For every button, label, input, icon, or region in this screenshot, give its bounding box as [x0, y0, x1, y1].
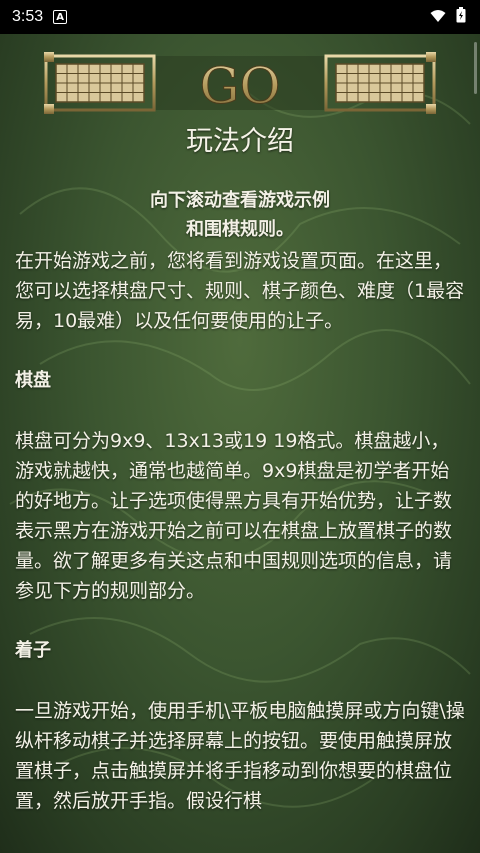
- wifi-icon: [430, 8, 446, 27]
- board-heading: 棋盘: [15, 370, 51, 391]
- instructions-content[interactable]: 在开始游戏之前，您将看到游戏设置页面。在这里，您可以选择棋盘尺寸、规则、棋子颜色…: [15, 246, 467, 816]
- right-grid-ornament: [324, 52, 436, 114]
- app-notification-icon: A: [53, 10, 68, 24]
- go-logo-text: GO: [200, 57, 281, 115]
- status-bar: 3:53 A: [0, 0, 480, 34]
- go-logo-banner: GO: [44, 50, 436, 116]
- subtitle-line-1: 向下滚动查看游戏示例: [150, 190, 330, 211]
- page-subtitle: 向下滚动查看游戏示例 和围棋规则。: [0, 186, 480, 244]
- status-time: 3:53: [12, 8, 44, 25]
- move-paragraph: 一旦游戏开始，使用手机\平板电脑触摸屏或方向键\操纵杆移动棋子并选择屏幕上的按钮…: [15, 700, 465, 812]
- move-heading: 着子: [15, 640, 51, 661]
- intro-paragraph: 在开始游戏之前，您将看到游戏设置页面。在这里，您可以选择棋盘尺寸、规则、棋子颜色…: [15, 250, 465, 332]
- scrollbar[interactable]: [474, 42, 477, 94]
- board-paragraph: 棋盘可分为9x9、13x13或19 19格式。棋盘越小，游戏就越快，通常也越简单…: [15, 430, 453, 602]
- battery-icon: [456, 7, 466, 27]
- page-title: 玩法介绍: [186, 126, 294, 157]
- subtitle-line-2: 和围棋规则。: [186, 219, 294, 240]
- left-grid-ornament: [44, 52, 156, 114]
